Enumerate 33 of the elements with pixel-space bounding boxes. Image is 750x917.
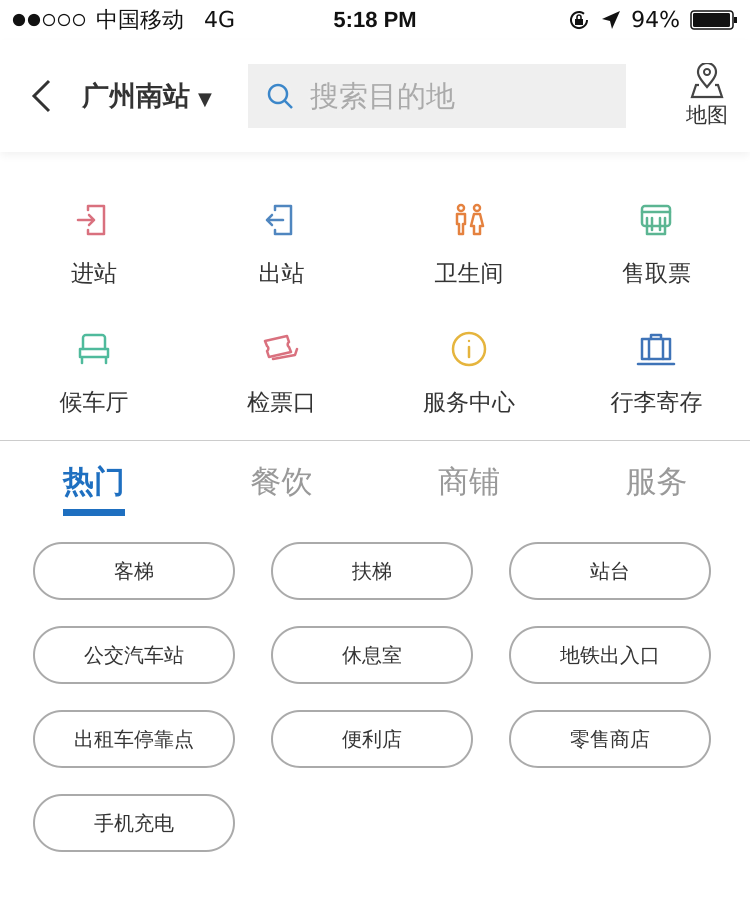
map-pin-icon: [690, 63, 724, 99]
facility-item[interactable]: 候车厅: [0, 329, 188, 418]
search-field[interactable]: 搜索目的地: [308, 78, 612, 114]
battery-percent: 94%: [631, 8, 680, 32]
place-chip[interactable]: 休息室: [271, 626, 473, 684]
map-button[interactable]: 地图: [686, 63, 728, 129]
clock-time: 5:18 PM: [333, 7, 417, 33]
place-chip[interactable]: 地铁出入口: [509, 626, 711, 684]
facility-item[interactable]: 出站: [188, 200, 375, 289]
place-chip[interactable]: 客梯: [33, 542, 235, 600]
facility-item[interactable]: 卫生间: [375, 200, 562, 289]
place-chip[interactable]: 出租车停靠点: [33, 710, 235, 768]
place-chip[interactable]: 扶梯: [271, 542, 473, 600]
facility-item[interactable]: 检票口: [188, 329, 375, 418]
category-tab[interactable]: 热门: [62, 461, 125, 516]
search-bar[interactable]: 搜索目的地: [248, 64, 626, 128]
facility-item[interactable]: 服务中心: [375, 329, 562, 418]
facility-item[interactable]: 进站: [0, 200, 188, 289]
place-chip[interactable]: 零售商店: [509, 710, 711, 768]
station-selector[interactable]: 广州南站 ▼: [82, 78, 212, 114]
location-arrow-icon: [601, 10, 622, 30]
place-chip[interactable]: 手机充电: [33, 794, 235, 852]
facility-item[interactable]: 售取票: [562, 200, 750, 289]
facility-item[interactable]: 行李寄存: [562, 329, 750, 418]
carrier-name: 中国移动: [96, 7, 184, 35]
place-chip[interactable]: 公交汽车站: [33, 626, 235, 684]
battery-icon: [690, 10, 738, 30]
signal-strength-icon: [12, 13, 88, 27]
network-type: 4G: [204, 8, 236, 32]
search-icon: [266, 82, 294, 110]
place-chip[interactable]: 站台: [509, 542, 711, 600]
place-chip[interactable]: 便利店: [271, 710, 473, 768]
back-icon[interactable]: [30, 79, 52, 113]
